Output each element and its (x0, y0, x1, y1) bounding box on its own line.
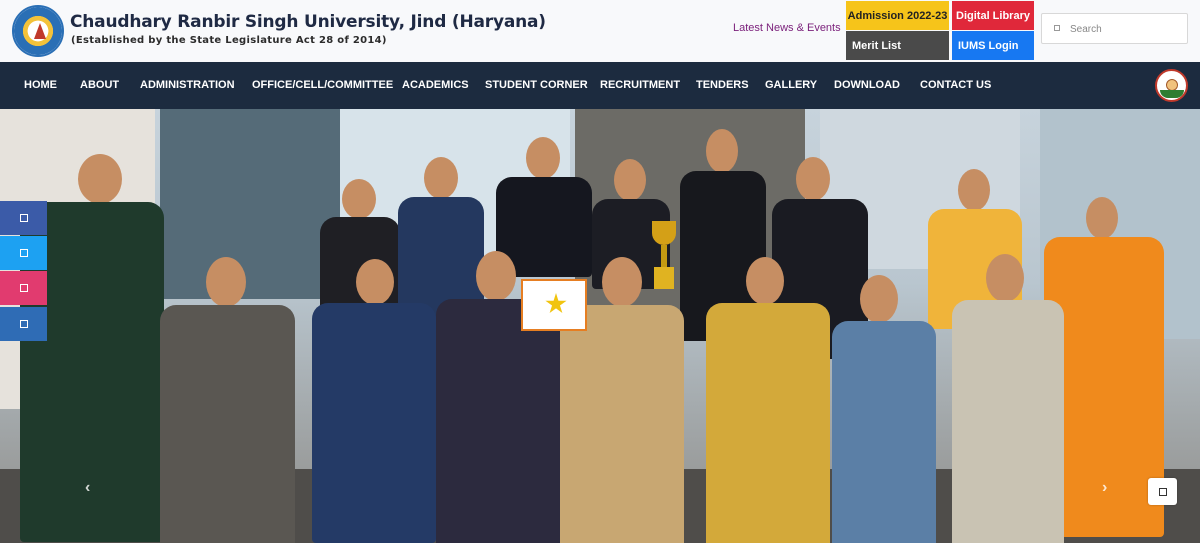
nav-gallery[interactable]: GALLERY (765, 62, 817, 109)
nav-academics[interactable]: ACADEMICS (402, 62, 469, 109)
search-icon[interactable] (1054, 25, 1060, 31)
trophy-cup (652, 221, 676, 245)
nav-about[interactable]: ABOUT (80, 62, 119, 109)
nav-tenders[interactable]: TENDERS (696, 62, 749, 109)
hero-window (160, 109, 340, 299)
slider-prev-arrow[interactable]: ‹ (85, 479, 90, 497)
nav-contact-us[interactable]: CONTACT US (920, 62, 991, 109)
nav-recruitment[interactable]: RECRUITMENT (600, 62, 680, 109)
facebook-icon (19, 214, 28, 222)
nav-office-cell-committee[interactable]: OFFICE/CELL/COMMITTEE (252, 62, 393, 109)
logo-emblem-icon (34, 23, 46, 39)
search-box (1041, 13, 1188, 44)
arrow-up-icon (1158, 487, 1167, 496)
nav-home[interactable]: HOME (24, 62, 57, 109)
nav-download[interactable]: DOWNLOAD (834, 62, 900, 109)
instagram-button[interactable] (0, 271, 47, 305)
instagram-icon (19, 284, 28, 292)
nav-student-corner[interactable]: STUDENT CORNER (485, 62, 588, 109)
facebook-button[interactable] (0, 201, 47, 235)
swachh-emblem-icon[interactable] (1155, 69, 1188, 102)
scroll-to-top-button[interactable] (1148, 478, 1177, 505)
linkedin-button[interactable] (0, 307, 47, 341)
slider-next-arrow[interactable]: › (1102, 479, 1107, 497)
star-icon (545, 293, 567, 314)
digital-library-button[interactable]: Digital Library (952, 1, 1034, 30)
nav-administration[interactable]: ADMINISTRATION (140, 62, 235, 109)
trophy-base (654, 267, 674, 289)
merit-list-button[interactable]: Merit List (846, 31, 949, 60)
admission-button[interactable]: Admission 2022-23 (846, 1, 949, 30)
site-header: Chaudhary Ranbir Singh University, Jind … (0, 0, 1200, 62)
award-certificate (521, 279, 587, 331)
main-nav: HOME ABOUT ADMINISTRATION OFFICE/CELL/CO… (0, 62, 1200, 109)
university-title[interactable]: Chaudhary Ranbir Singh University, Jind … (70, 12, 546, 32)
university-subtitle: (Established by the State Legislature Ac… (71, 35, 387, 46)
iums-login-button[interactable]: IUMS Login (952, 31, 1034, 60)
trophy-icon (652, 221, 676, 289)
twitter-icon (19, 249, 28, 257)
emblem-band (1160, 90, 1184, 98)
search-input[interactable] (1070, 20, 1180, 38)
trophy-stem (661, 245, 667, 267)
university-logo[interactable] (12, 5, 64, 57)
linkedin-icon (19, 320, 28, 328)
latest-news-link[interactable]: Latest News & Events (733, 22, 841, 34)
hero-slider[interactable]: ‹ › (0, 109, 1200, 543)
twitter-button[interactable] (0, 236, 47, 270)
